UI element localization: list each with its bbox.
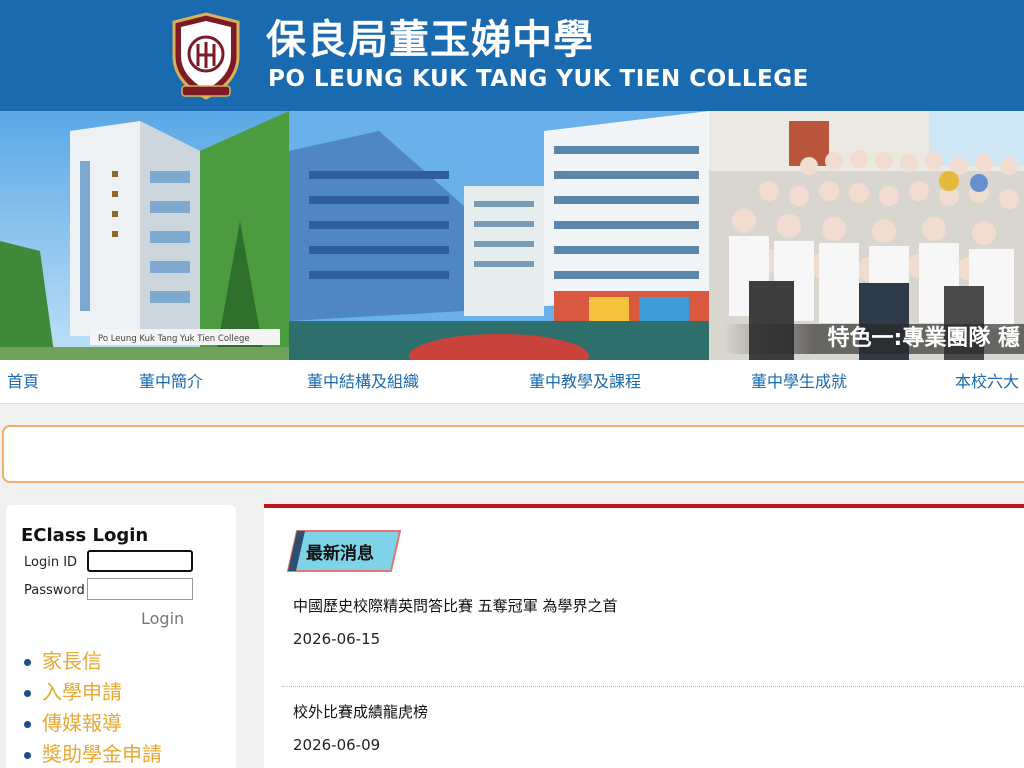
bullet-icon [24, 721, 31, 728]
news-item-date: 2026-06-15 [293, 630, 381, 648]
nav-item-structure[interactable]: 董中結構及組織 [307, 372, 419, 392]
banner-photo-campus [289, 111, 709, 360]
quick-link-label: 傳媒報導 [42, 711, 122, 735]
password-input[interactable] [87, 578, 193, 600]
announcement-strip [2, 425, 1024, 483]
nav-item-curriculum[interactable]: 董中教學及課程 [529, 372, 641, 392]
news-item-title[interactable]: 校外比賽成績龍虎榜 [293, 702, 428, 722]
login-title: EClass Login [21, 525, 149, 546]
banner-caption: 特色一:專業團隊 穩 [723, 324, 1024, 354]
quick-link-media[interactable]: 傳媒報導 [24, 710, 162, 741]
site-title-english: PO LEUNG KUK TANG YUK TIEN COLLEGE [268, 66, 809, 92]
quick-links: 家長信 入學申請 傳媒報導 獎助學金申請 [24, 648, 162, 768]
building-sign-text: Po Leung Kuk Tang Yuk Tien College [98, 334, 250, 344]
hero-banner: Po Leung Kuk Tang Yuk Tien College 特色一:專… [0, 111, 1024, 360]
quick-link-label: 獎助學金申請 [42, 742, 162, 766]
quick-link-admission[interactable]: 入學申請 [24, 679, 162, 710]
quick-link-label: 家長信 [42, 649, 102, 673]
bullet-icon [24, 690, 31, 697]
login-id-label: Login ID [24, 555, 78, 570]
quick-link-parent-letters[interactable]: 家長信 [24, 648, 162, 679]
site-header: 保良局董玉娣中學 PO LEUNG KUK TANG YUK TIEN COLL… [0, 0, 1024, 111]
nav-item-about[interactable]: 董中簡介 [139, 372, 203, 392]
news-item-date: 2026-06-09 [293, 736, 381, 754]
bullet-icon [24, 659, 31, 666]
news-item-title[interactable]: 中國歷史校際精英問答比賽 五奪冠軍 為學界之首 [293, 596, 618, 616]
nav-item-achievements[interactable]: 董中學生成就 [751, 372, 847, 392]
quick-link-scholarship[interactable]: 獎助學金申請 [24, 741, 162, 768]
bullet-icon [24, 752, 31, 759]
main-nav: 首頁 董中簡介 董中結構及組織 董中教學及課程 董中學生成就 本校六大 [0, 360, 1024, 404]
news-heading: 最新消息 [306, 544, 374, 564]
password-label: Password [24, 583, 85, 598]
login-id-input[interactable] [87, 550, 193, 572]
banner-photo-staff [709, 111, 1024, 360]
nav-item-home[interactable]: 首頁 [7, 372, 39, 392]
login-button[interactable]: Login [141, 609, 184, 629]
latest-news-panel: 最新消息 中國歷史校際精英問答比賽 五奪冠軍 為學界之首 2026-06-15 … [264, 504, 1024, 768]
news-separator [282, 686, 1024, 687]
site-title-chinese: 保良局董玉娣中學 [266, 17, 594, 63]
nav-item-six-features[interactable]: 本校六大 [955, 372, 1019, 392]
eclass-login-panel: EClass Login Login ID Password Login 家長信… [6, 505, 236, 768]
quick-link-label: 入學申請 [42, 680, 122, 704]
school-crest-icon[interactable] [168, 12, 244, 100]
banner-photo-building: Po Leung Kuk Tang Yuk Tien College [0, 111, 289, 360]
